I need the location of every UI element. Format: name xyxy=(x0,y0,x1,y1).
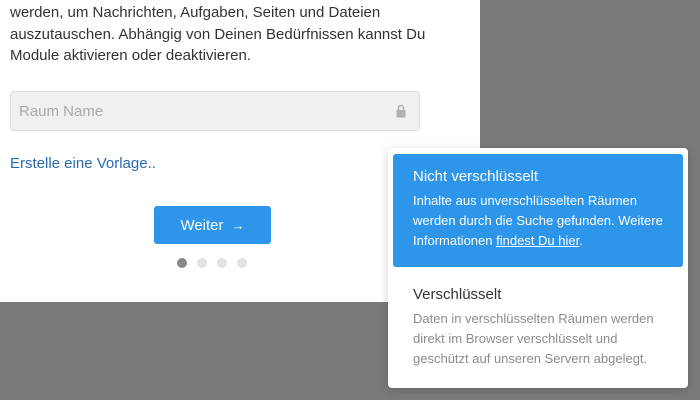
option-encrypted[interactable]: Verschlüsselt Daten in verschlüsselten R… xyxy=(393,276,683,382)
lock-icon xyxy=(396,104,406,118)
more-info-link[interactable]: findest Du hier xyxy=(496,233,579,248)
next-button[interactable]: Weiter → xyxy=(154,206,271,244)
option-encrypted-title: Verschlüsselt xyxy=(413,286,502,303)
option-unencrypted-suffix: . xyxy=(579,233,583,248)
arrow-right-icon: → xyxy=(231,217,245,233)
create-template-link[interactable]: Erstelle eine Vorlage.. xyxy=(10,155,156,172)
option-unencrypted-description: Inhalte aus unverschlüsselten Räumen wer… xyxy=(413,191,675,251)
option-encrypted-description: Daten in verschlüsselten Räumen werden d… xyxy=(413,311,654,366)
encryption-dropdown: Nicht verschlüsselt Inhalte aus unversch… xyxy=(388,148,688,388)
intro-text: werden, um Nachrichten, Aufgaben, Seiten… xyxy=(10,4,426,64)
step-dot-1[interactable] xyxy=(177,258,187,268)
option-unencrypted-title: Nicht verschlüsselt xyxy=(413,168,539,185)
step-dot-3[interactable] xyxy=(217,258,227,268)
step-dot-4[interactable] xyxy=(237,258,247,268)
option-unencrypted[interactable]: Nicht verschlüsselt Inhalte aus unversch… xyxy=(393,154,683,267)
step-dot-2[interactable] xyxy=(197,258,207,268)
space-name-field-container[interactable] xyxy=(10,91,420,131)
space-name-input[interactable] xyxy=(11,92,381,130)
next-button-label: Weiter xyxy=(180,216,224,234)
